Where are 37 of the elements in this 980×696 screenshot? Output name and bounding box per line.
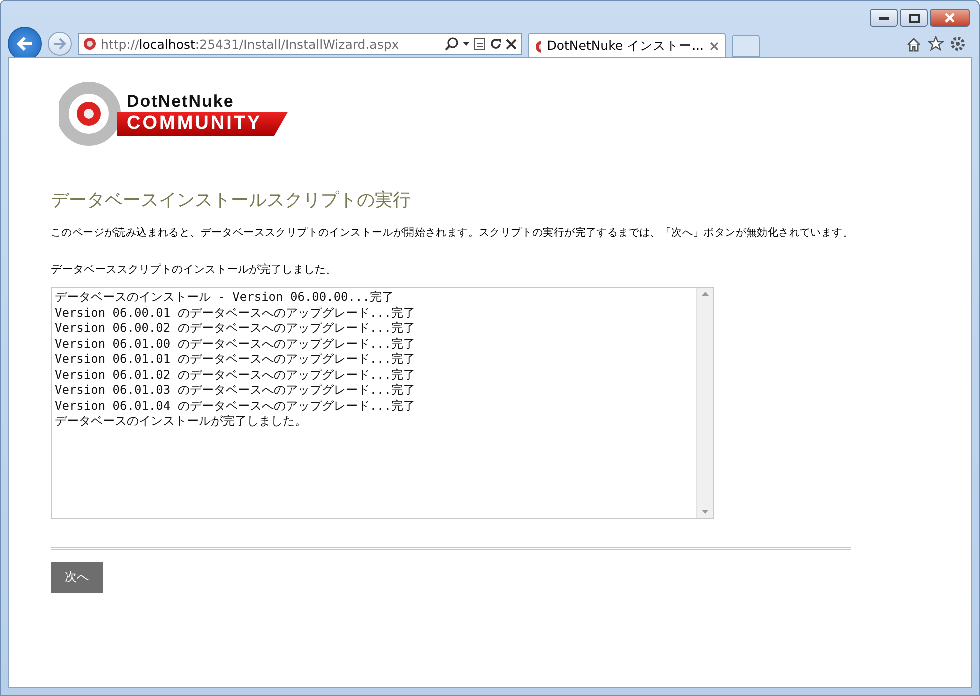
close-button[interactable]: [930, 9, 970, 27]
arrow-right-icon: [53, 38, 67, 50]
log-line: データベースのインストールが完了しました。: [55, 414, 308, 430]
log-line: Version 06.01.04 のデータベースへのアップグレード...完了: [55, 398, 416, 414]
maximize-button[interactable]: [900, 9, 928, 27]
maximize-icon: [908, 14, 920, 22]
next-button[interactable]: 次へ: [51, 562, 103, 593]
log-line: Version 06.01.02 のデータベースへのアップグレード...完了: [55, 368, 416, 383]
log-line: Version 06.01.01 のデータベースへのアップグレード...完了: [55, 352, 416, 368]
browser-tab[interactable]: DotNetNuke インストー...: [528, 33, 726, 59]
close-icon: [945, 13, 955, 23]
arrow-left-icon: [16, 36, 34, 52]
caret-icon[interactable]: [463, 42, 470, 46]
address-bar[interactable]: http://localhost:25431/Install/InstallWizard.aspx: [78, 33, 522, 55]
logo-banner: COMMUNITY: [117, 112, 288, 136]
log-line: Version 06.00.02 のデータベースへのアップグレード...完了: [55, 321, 416, 336]
site-icon: [535, 40, 542, 54]
compatibility-icon[interactable]: [474, 38, 486, 50]
star-icon[interactable]: [928, 36, 944, 52]
log-textarea[interactable]: [51, 287, 714, 519]
log-line: Version 06.01.00 のデータベースへのアップグレード...完了: [55, 336, 416, 352]
logo-title: DotNetNuke: [126, 92, 236, 112]
minimize-button[interactable]: [870, 9, 898, 27]
refresh-icon[interactable]: [490, 38, 502, 50]
log-line: Version 06.00.01 のデータベースへのアップグレード...完了: [55, 306, 416, 321]
close-icon[interactable]: [710, 42, 719, 51]
stop-icon[interactable]: [506, 38, 517, 50]
page-heading: データベースインストールスクリプトの実行: [51, 189, 411, 212]
description-text: このページが読み込まれると、データベーススクリプトのインストールが開始されます。スクリプトの実行が完了するまでは、「次へ」ボタンが無効化されています。: [51, 226, 855, 240]
site-icon: [83, 37, 97, 51]
log-line: Version 06.01.03 のデータベースへのアップグレード...完了: [55, 383, 416, 398]
home-icon[interactable]: [906, 36, 922, 52]
status-text: データベーススクリプトのインストールが完了しました。: [51, 262, 337, 277]
minimize-icon: [879, 16, 889, 20]
settings-icon[interactable]: [950, 36, 966, 52]
search-icon[interactable]: [445, 37, 459, 51]
log-line: データベースのインストール - Version 06.00.00...完了: [55, 290, 395, 306]
